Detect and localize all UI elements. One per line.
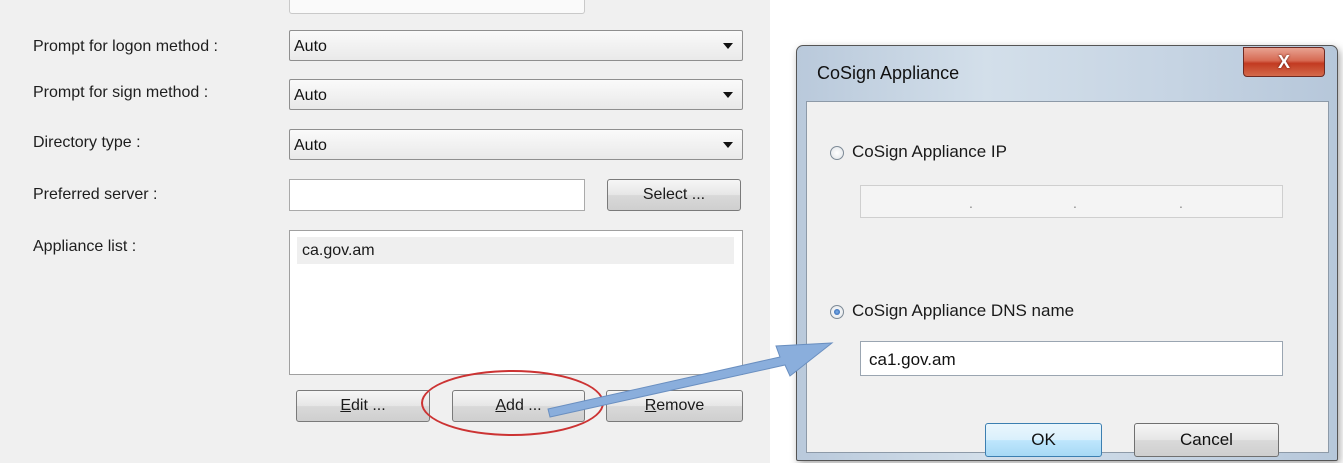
sign-method-dropdown[interactable]: Auto <box>289 79 743 110</box>
ip-dot: . <box>1073 195 1077 211</box>
list-item[interactable]: ca.gov.am <box>297 237 734 264</box>
remove-button[interactable]: Remove <box>606 390 743 422</box>
chevron-down-icon <box>723 142 733 148</box>
close-button[interactable]: X <box>1243 47 1325 77</box>
dns-radio-button[interactable] <box>830 305 844 319</box>
radio-selected-dot <box>834 309 840 315</box>
ip-address-field[interactable]: . . . <box>860 185 1283 218</box>
settings-panel: Prompt for logon method : Auto Prompt fo… <box>0 0 770 463</box>
chevron-down-icon <box>723 92 733 98</box>
dialog-client-area: CoSign Appliance IP . . . CoSign Applian… <box>806 101 1329 457</box>
appliance-list[interactable]: ca.gov.am <box>289 230 743 375</box>
sign-method-label: Prompt for sign method : <box>33 84 209 101</box>
ip-dot: . <box>1179 195 1183 211</box>
edit-button[interactable]: Edit ... <box>296 390 430 422</box>
appliance-list-label: Appliance list : <box>33 238 137 255</box>
preferred-server-input[interactable] <box>289 179 585 211</box>
logon-method-value: Auto <box>294 38 327 55</box>
cancel-button[interactable]: Cancel <box>1134 423 1279 457</box>
select-server-button[interactable]: Select ... <box>607 179 741 211</box>
edit-accesskey: E <box>340 397 351 414</box>
logon-method-label: Prompt for logon method : <box>33 38 218 55</box>
directory-type-value: Auto <box>294 137 327 154</box>
dialog-title: CoSign Appliance <box>817 63 960 83</box>
dns-name-input[interactable]: ca1.gov.am <box>860 341 1283 376</box>
directory-type-label: Directory type : <box>33 134 141 151</box>
top-cropped-field <box>289 0 585 14</box>
logon-method-dropdown[interactable]: Auto <box>289 30 743 61</box>
close-icon: X <box>1277 52 1290 72</box>
edit-label: dit ... <box>350 397 386 414</box>
remove-accesskey: R <box>644 397 657 414</box>
directory-type-dropdown[interactable]: Auto <box>289 129 743 160</box>
chevron-down-icon <box>723 43 733 49</box>
sign-method-value: Auto <box>294 87 327 104</box>
callout-ellipse <box>421 370 604 436</box>
ip-radio-button[interactable] <box>830 146 844 160</box>
cosign-appliance-dialog: CoSign Appliance X CoSign Appliance IP .… <box>796 45 1338 461</box>
dns-option-label[interactable]: CoSign Appliance DNS name <box>852 301 1074 321</box>
remove-label: emove <box>656 397 705 414</box>
ok-button[interactable]: OK <box>985 423 1102 457</box>
ip-dot: . <box>969 195 973 211</box>
ip-option-label[interactable]: CoSign Appliance IP <box>852 142 1007 162</box>
dns-name-value: ca1.gov.am <box>869 350 956 369</box>
preferred-server-label: Preferred server : <box>33 186 158 203</box>
